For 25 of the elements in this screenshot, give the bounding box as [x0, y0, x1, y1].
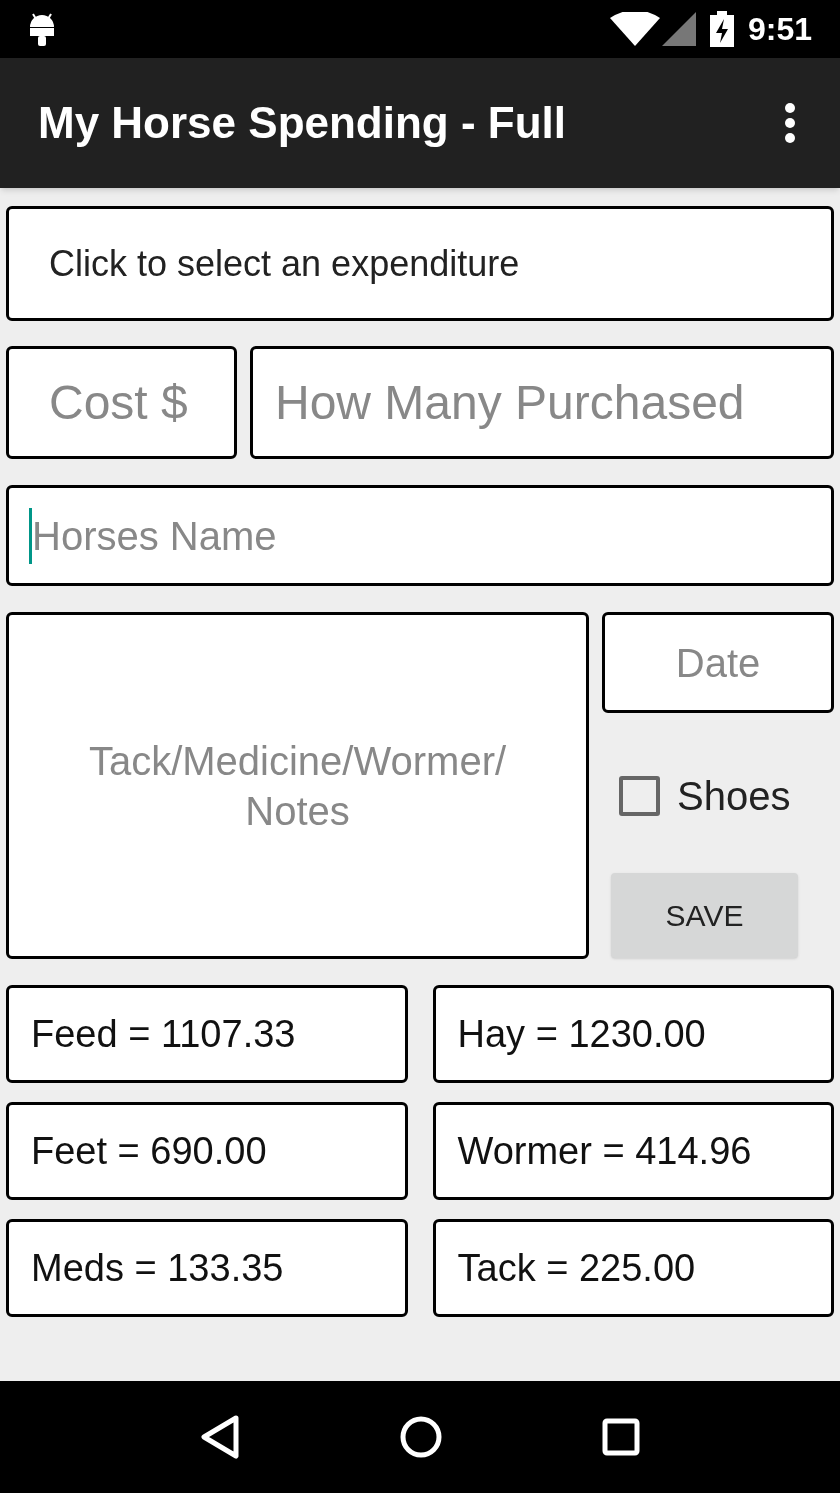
cost-field[interactable]: Cost $: [6, 346, 237, 459]
android-icon: [28, 11, 56, 47]
overflow-menu-icon[interactable]: [784, 103, 796, 143]
horse-name-field[interactable]: Horses Name: [6, 485, 834, 586]
notes-field[interactable]: Tack/Medicine/Wormer/ Notes: [6, 612, 589, 959]
total-field: Feed = 1107.33: [6, 985, 408, 1083]
status-time: 9:51: [747, 10, 812, 49]
checkbox-label: Shoes: [677, 773, 791, 820]
save-button[interactable]: SAVE: [611, 873, 798, 958]
total-field: Wormer = 414.96: [432, 1102, 834, 1200]
signal-icon: [661, 12, 696, 46]
back-icon[interactable]: [200, 1415, 240, 1459]
home-icon[interactable]: [400, 1416, 442, 1458]
total-field: Meds = 133.35: [6, 1219, 408, 1317]
quantity-field[interactable]: How Many Purchased: [250, 346, 834, 459]
battery-icon: [709, 11, 734, 47]
total-field: Tack = 225.00: [432, 1219, 834, 1317]
total-field: Hay = 1230.00: [432, 985, 834, 1083]
date-field[interactable]: Date: [602, 612, 834, 713]
wifi-icon: [609, 12, 660, 46]
recents-icon[interactable]: [602, 1418, 640, 1456]
app-title: My Horse Spending - Full: [38, 97, 568, 149]
shoes-checkbox[interactable]: [619, 776, 660, 816]
expenditure-dropdown[interactable]: Click to select an expenditure: [6, 206, 834, 321]
total-field: Feet = 690.00: [6, 1102, 408, 1200]
